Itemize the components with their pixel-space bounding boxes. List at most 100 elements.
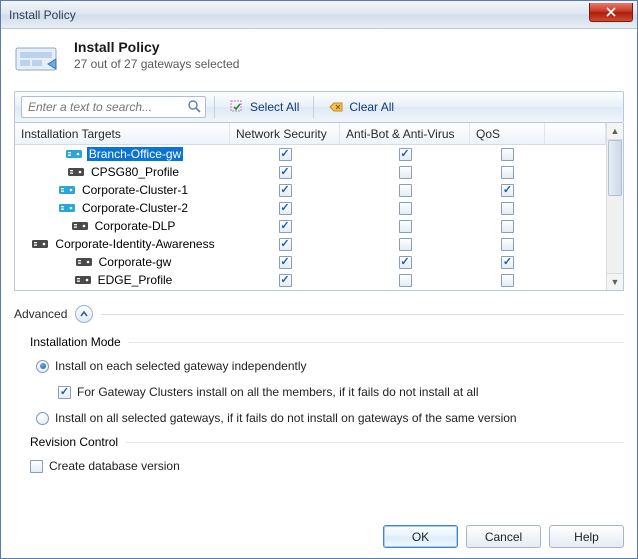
- policy-icon: [14, 39, 62, 81]
- checkbox-net[interactable]: [279, 256, 292, 269]
- checkbox-net[interactable]: [279, 220, 292, 233]
- checkbox-av[interactable]: [399, 148, 412, 161]
- radio-install-each[interactable]: Install on each selected gateway indepen…: [36, 359, 624, 373]
- checkbox-create-db-version[interactable]: Create database version: [30, 459, 624, 473]
- advanced-label: Advanced: [14, 307, 67, 321]
- radio-install-each-label: Install on each selected gateway indepen…: [55, 359, 307, 373]
- checkbox-cluster-members[interactable]: For Gateway Clusters install on all the …: [58, 385, 624, 399]
- table-row[interactable]: Corporate-DLP: [15, 217, 606, 235]
- table-row[interactable]: CPSG80_Profile: [15, 163, 606, 181]
- checkbox-av[interactable]: [399, 256, 412, 269]
- checkbox-net[interactable]: [279, 148, 292, 161]
- table-row[interactable]: Branch-Office-gw: [15, 145, 606, 163]
- checkbox-create-db-label: Create database version: [49, 459, 180, 473]
- select-all-icon: [229, 99, 245, 115]
- gateway-icon: [72, 220, 88, 233]
- checkbox-qos[interactable]: [501, 256, 514, 269]
- radio-icon[interactable]: [36, 360, 49, 373]
- search-icon[interactable]: [187, 99, 201, 116]
- checkbox-av[interactable]: [399, 220, 412, 233]
- checkbox-qos[interactable]: [501, 148, 514, 161]
- ok-button[interactable]: OK: [383, 525, 458, 548]
- checkbox-qos[interactable]: [501, 238, 514, 251]
- install-policy-dialog: Install Policy Install Policy 27 out of …: [0, 0, 638, 559]
- checkbox-av[interactable]: [399, 238, 412, 251]
- page-subtitle: 27 out of 27 gateways selected: [74, 57, 239, 71]
- checkbox-net[interactable]: [279, 274, 292, 287]
- scroll-up-icon[interactable]: ▲: [607, 123, 623, 140]
- checkbox-icon[interactable]: [30, 460, 43, 473]
- gateway-name: Corporate-Cluster-2: [80, 201, 190, 215]
- checkbox-net[interactable]: [279, 166, 292, 179]
- table-row[interactable]: EDGE_Profile: [15, 271, 606, 289]
- toolbar: Select All Clear All: [14, 91, 624, 123]
- checkbox-qos[interactable]: [501, 274, 514, 287]
- table-row[interactable]: Corporate-Cluster-2: [15, 199, 606, 217]
- checkbox-net[interactable]: [279, 202, 292, 215]
- gateway-icon: [76, 256, 92, 269]
- gateway-name: Corporate-DLP: [93, 219, 178, 233]
- gateway-name: Corporate-Identity-Awareness: [53, 237, 216, 251]
- window-title: Install Policy: [9, 8, 76, 22]
- targets-grid: Installation Targets Network Security An…: [14, 123, 624, 291]
- table-row[interactable]: Corporate-gw: [15, 253, 606, 271]
- checkbox-qos[interactable]: [501, 184, 514, 197]
- gateway-name: Corporate-Cluster-1: [80, 183, 190, 197]
- advanced-section[interactable]: Advanced: [14, 305, 624, 323]
- gateway-icon: [32, 238, 48, 251]
- gateway-icon: [59, 202, 75, 215]
- scrollbar[interactable]: ▲ ▼: [606, 123, 623, 290]
- checkbox-qos[interactable]: [501, 166, 514, 179]
- scroll-thumb[interactable]: [608, 140, 622, 196]
- gateway-icon: [68, 166, 84, 179]
- gateway-name: CPSG80_Profile: [89, 165, 181, 179]
- chevron-up-icon[interactable]: [75, 305, 93, 323]
- titlebar[interactable]: Install Policy: [1, 1, 637, 29]
- clear-all-label: Clear All: [349, 100, 394, 114]
- revision-control-group: Revision Control: [30, 435, 624, 449]
- gateway-icon: [75, 274, 91, 287]
- toolbar-separator: [313, 96, 314, 118]
- table-row[interactable]: Corporate-Identity-Awareness: [15, 235, 606, 253]
- cancel-button[interactable]: Cancel: [466, 525, 541, 548]
- table-row[interactable]: Corporate-Cluster-1: [15, 181, 606, 199]
- revision-control-label: Revision Control: [30, 435, 118, 449]
- gateway-icon: [59, 184, 75, 197]
- checkbox-cluster-label: For Gateway Clusters install on all the …: [77, 385, 479, 399]
- scroll-track[interactable]: [607, 140, 623, 273]
- clear-all-icon: [328, 99, 344, 115]
- select-all-button[interactable]: Select All: [223, 97, 305, 117]
- page-title: Install Policy: [74, 39, 239, 55]
- gateway-name: Corporate-gw: [97, 255, 174, 269]
- search-input[interactable]: [26, 99, 187, 115]
- radio-icon[interactable]: [36, 412, 49, 425]
- checkbox-av[interactable]: [399, 202, 412, 215]
- radio-install-all[interactable]: Install on all selected gateways, if it …: [36, 411, 624, 425]
- col-targets[interactable]: Installation Targets: [15, 123, 230, 144]
- gateway-name: EDGE_Profile: [96, 273, 175, 287]
- installation-mode-group: Installation Mode: [30, 335, 624, 349]
- scroll-down-icon[interactable]: ▼: [607, 273, 623, 290]
- installation-mode-label: Installation Mode: [30, 335, 121, 349]
- grid-header: Installation Targets Network Security An…: [15, 123, 606, 145]
- checkbox-av[interactable]: [399, 274, 412, 287]
- close-button[interactable]: [589, 3, 633, 22]
- clear-all-button[interactable]: Clear All: [322, 97, 400, 117]
- select-all-label: Select All: [250, 100, 299, 114]
- col-antibot[interactable]: Anti-Bot & Anti-Virus: [340, 123, 470, 144]
- col-qos[interactable]: QoS: [470, 123, 545, 144]
- checkbox-qos[interactable]: [501, 202, 514, 215]
- col-network-security[interactable]: Network Security: [230, 123, 340, 144]
- toolbar-separator: [214, 96, 215, 118]
- header: Install Policy 27 out of 27 gateways sel…: [14, 39, 624, 81]
- checkbox-net[interactable]: [279, 238, 292, 251]
- checkbox-av[interactable]: [399, 166, 412, 179]
- checkbox-icon[interactable]: [58, 386, 71, 399]
- help-button[interactable]: Help: [549, 525, 624, 548]
- checkbox-qos[interactable]: [501, 220, 514, 233]
- checkbox-net[interactable]: [279, 184, 292, 197]
- search-box[interactable]: [21, 96, 206, 118]
- gateway-icon: [66, 148, 82, 161]
- checkbox-av[interactable]: [399, 184, 412, 197]
- dialog-content: Install Policy 27 out of 27 gateways sel…: [1, 29, 637, 558]
